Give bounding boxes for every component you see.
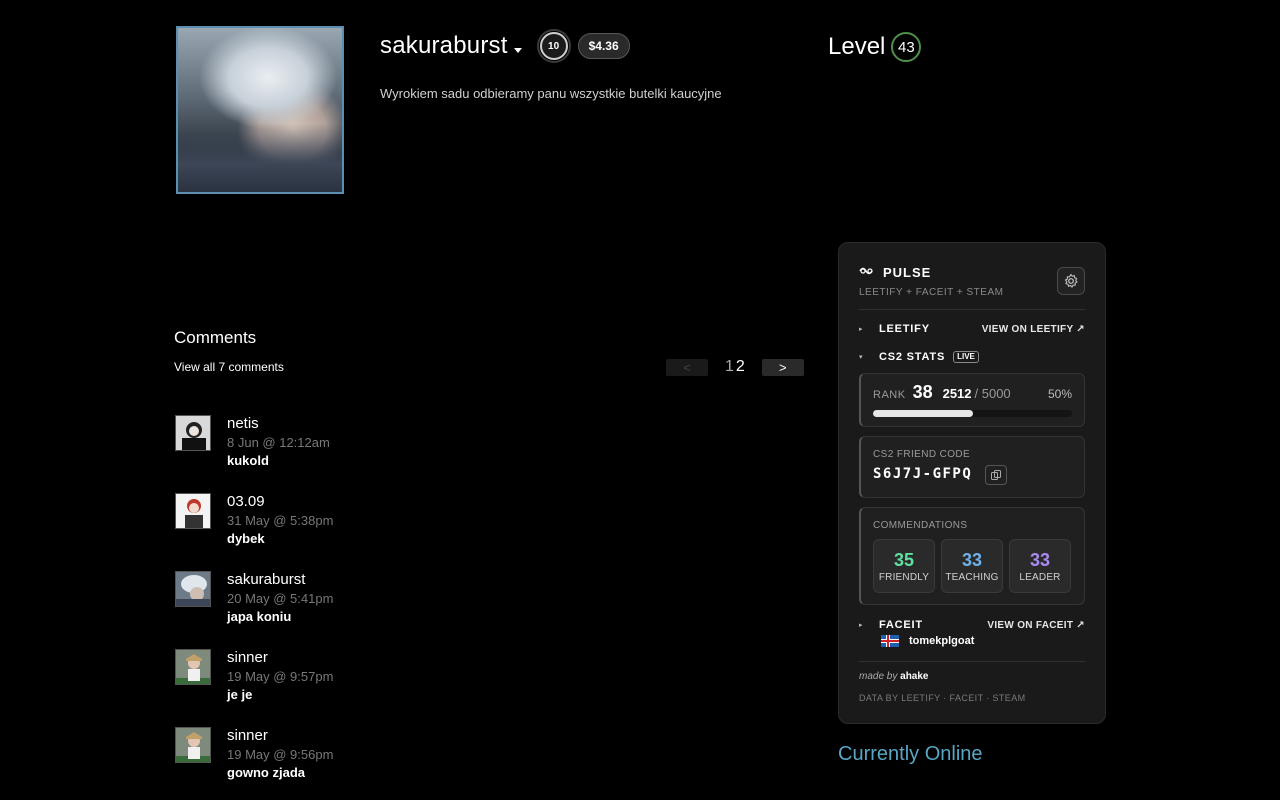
comment-text: gowno zjada <box>227 765 305 780</box>
pulse-panel: PULSE LEETIFY + FACEIT + STEAM ▸ LEETIFY… <box>838 242 1106 724</box>
persona-header: sakuraburst 10 $4.36 <box>380 29 630 63</box>
premier-rating: 2512 <box>942 386 972 401</box>
commendation-name: LEADER <box>1019 571 1061 583</box>
comment-author[interactable]: sinner <box>227 727 333 745</box>
comment-timestamp: 19 May @ 9:57pm <box>227 669 334 684</box>
profile-summary: Wyrokiem sadu odbieramy panu wszystkie b… <box>380 86 722 101</box>
comment-timestamp: 31 May @ 5:38pm <box>227 513 334 528</box>
comment-item: sinner 19 May @ 9:56pm gowno zjada <box>175 727 333 781</box>
pager-page-current[interactable]: 2 <box>736 358 745 376</box>
copy-icon[interactable] <box>985 465 1007 485</box>
commendations-card: COMMENDATIONS 35 FRIENDLY 33 TEACHING 33… <box>859 507 1085 605</box>
commendation-value: 35 <box>893 549 915 570</box>
premier-rating-max: / 5000 <box>974 386 1011 401</box>
pulse-title: PULSE <box>883 265 932 280</box>
comment-text: dybek <box>227 531 265 546</box>
made-by: made by ahake <box>859 671 929 682</box>
comment-author[interactable]: netis <box>227 415 330 433</box>
comment-item: 03.09 31 May @ 5:38pm dybek <box>175 493 333 547</box>
rank-card: RANK 38 2512 / 5000 50% <box>859 373 1085 427</box>
comment-text: je je <box>227 687 253 702</box>
faceit-user[interactable]: tomekplgoat <box>881 635 974 647</box>
commendation-leader: 33 LEADER <box>1009 539 1071 593</box>
comment-avatar[interactable] <box>175 649 211 685</box>
commendation-value: 33 <box>961 549 983 570</box>
leetify-section[interactable]: ▸ LEETIFY VIEW ON LEETIFY ↗ <box>859 323 1085 335</box>
pulse-logo-icon <box>859 265 875 280</box>
caret-right-icon: ▸ <box>859 622 863 629</box>
commendation-name: TEACHING <box>945 571 999 583</box>
faceit-level-badge[interactable]: 10 <box>536 29 571 63</box>
comment-timestamp: 8 Jun @ 12:12am <box>227 435 330 450</box>
comment-item: sakuraburst 20 May @ 5:41pm japa koniu <box>175 571 333 625</box>
commendations-label: COMMENDATIONS <box>873 520 968 531</box>
persona-name: sakuraburst <box>380 32 508 59</box>
made-by-prefix: made by <box>859 671 898 682</box>
gear-icon[interactable] <box>1057 267 1085 295</box>
pager-page[interactable]: 1 <box>725 358 734 376</box>
inventory-worth-badge[interactable]: $4.36 <box>577 33 630 59</box>
comment-timestamp: 20 May @ 5:41pm <box>227 591 334 606</box>
comment-item: sinner 19 May @ 9:57pm je je <box>175 649 333 703</box>
iceland-flag-icon <box>881 635 899 647</box>
comment-timestamp: 19 May @ 9:56pm <box>227 747 334 762</box>
live-badge: LIVE <box>953 351 979 363</box>
leetify-label: LEETIFY <box>879 323 930 335</box>
commendation-name: FRIENDLY <box>878 571 930 583</box>
rank-percent: 50% <box>1047 387 1072 401</box>
commendation-teaching: 33 TEACHING <box>941 539 1003 593</box>
view-on-leetify-link[interactable]: VIEW ON LEETIFY ↗ <box>982 324 1085 335</box>
pager-pages: 1 2 <box>724 358 746 376</box>
friend-code-label: CS2 FRIEND CODE <box>873 449 971 460</box>
comments-title: Comments <box>174 328 257 347</box>
rank-progress-bar <box>873 410 1072 417</box>
pager-prev-button[interactable]: < <box>666 358 708 376</box>
view-on-faceit-link[interactable]: VIEW ON FACEIT ↗ <box>987 620 1085 631</box>
chevron-down-icon[interactable] <box>513 47 522 53</box>
divider <box>859 661 1085 662</box>
rank-label: RANK <box>873 389 906 401</box>
faceit-label: FACEIT <box>879 619 923 631</box>
commendation-friendly: 35 FRIENDLY <box>873 539 935 593</box>
comment-text: kukold <box>227 453 269 468</box>
comment-author[interactable]: 03.09 <box>227 493 333 511</box>
data-sources: DATA BY LEETIFY · FACEIT · STEAM <box>859 693 1026 703</box>
pager-next-button[interactable]: > <box>761 358 804 376</box>
friend-code-card: CS2 FRIEND CODE S6J7J-GFPQ <box>859 436 1085 498</box>
cs2-stats-label: CS2 STATS <box>879 351 946 363</box>
friend-code-value[interactable]: S6J7J-GFPQ <box>873 466 972 482</box>
steam-level: Level 43 <box>828 32 922 62</box>
level-label: Level <box>828 33 886 60</box>
profile-avatar[interactable] <box>176 26 344 194</box>
comment-item: netis 8 Jun @ 12:12am kukold <box>175 415 330 469</box>
made-by-author[interactable]: ahake <box>900 671 928 682</box>
caret-right-icon: ▸ <box>859 326 863 333</box>
faceit-username[interactable]: tomekplgoat <box>909 635 974 647</box>
rank-progress-fill <box>873 410 973 417</box>
comment-avatar[interactable] <box>175 571 211 607</box>
online-status: Currently Online <box>838 743 983 765</box>
comment-avatar[interactable] <box>175 415 211 451</box>
cs2-stats-section[interactable]: ▾ CS2 STATS LIVE <box>859 351 1085 363</box>
comment-author[interactable]: sinner <box>227 649 333 667</box>
faceit-section[interactable]: ▸ FACEIT VIEW ON FACEIT ↗ <box>859 619 1085 631</box>
commendation-value: 33 <box>1029 549 1051 570</box>
view-all-comments-link[interactable]: View all 7 comments <box>174 360 284 374</box>
pulse-subtitle: LEETIFY + FACEIT + STEAM <box>859 287 1004 298</box>
level-badge[interactable]: 43 <box>891 32 922 62</box>
pulse-header: PULSE <box>859 265 931 280</box>
avatar-image <box>178 28 342 192</box>
comment-text: japa koniu <box>227 609 292 624</box>
rank-value: 38 <box>912 382 933 402</box>
caret-down-icon: ▾ <box>859 354 863 361</box>
comment-avatar[interactable] <box>175 493 211 529</box>
comment-pager: < 1 2 > <box>666 358 804 376</box>
comment-author[interactable]: sakuraburst <box>227 571 333 589</box>
comment-avatar[interactable] <box>175 727 211 763</box>
divider <box>859 309 1085 310</box>
